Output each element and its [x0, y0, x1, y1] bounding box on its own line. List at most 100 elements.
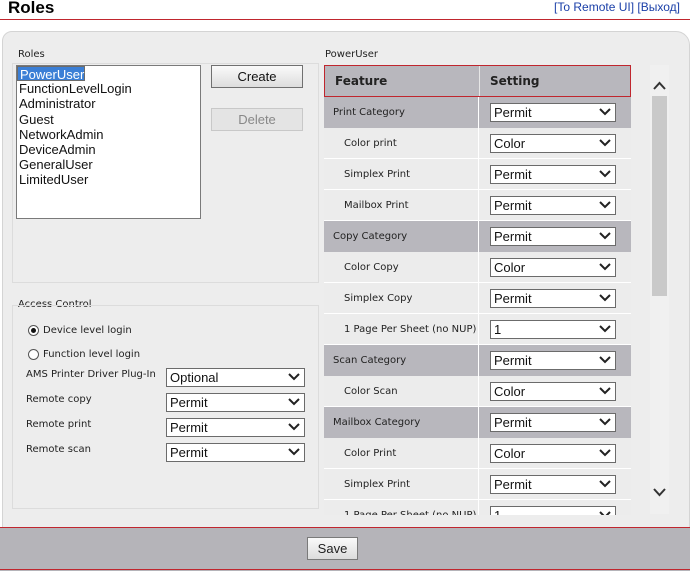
- table-row: Color Print Color: [324, 438, 631, 469]
- chevron-down-icon: [599, 170, 611, 178]
- table-row: Mailbox Print Permit: [324, 190, 631, 221]
- remote-ui-link[interactable]: [To Remote UI]: [554, 0, 634, 14]
- role-option[interactable]: FunctionLevelLogin: [17, 81, 200, 96]
- setting-select[interactable]: Permit: [490, 196, 616, 215]
- cell-divider: [478, 128, 479, 159]
- footer-bar: Save: [0, 527, 690, 571]
- scroll-up-icon[interactable]: [652, 79, 667, 93]
- chevron-down-icon: [599, 294, 611, 302]
- cell-divider: [478, 252, 479, 283]
- setting-select[interactable]: Color: [490, 382, 616, 401]
- create-button[interactable]: Create: [211, 65, 303, 88]
- roles-section-label: Roles: [18, 49, 45, 60]
- chevron-down-icon: [599, 511, 611, 515]
- field-label-remote-print: Remote print: [26, 419, 92, 430]
- select-value: Optional: [170, 370, 219, 385]
- select-value: Color: [494, 136, 526, 151]
- table-row: Simplex Copy Permit: [324, 283, 631, 314]
- chevron-down-icon: [288, 398, 300, 406]
- setting-select[interactable]: 1: [490, 320, 616, 339]
- setting-select[interactable]: Permit: [490, 475, 616, 494]
- remote-scan-select[interactable]: Permit: [166, 443, 305, 462]
- feature-label: Copy Category: [333, 231, 408, 242]
- cell-divider: [478, 97, 479, 128]
- setting-select[interactable]: Color: [490, 134, 616, 153]
- cell-divider: [478, 438, 479, 469]
- select-value: Permit: [494, 198, 532, 213]
- field-label-ams-plugin: AMS Printer Driver Plug-In: [26, 369, 156, 380]
- chevron-down-icon: [599, 387, 611, 395]
- scroll-down-icon[interactable]: [652, 485, 667, 499]
- cell-divider: [478, 500, 479, 515]
- chevron-down-icon: [599, 356, 611, 364]
- role-option[interactable]: PowerUser: [17, 66, 86, 82]
- radio-checked-icon[interactable]: [28, 325, 39, 336]
- radio-device-level-login[interactable]: Device level login: [28, 325, 132, 336]
- permissions-table: Feature Setting Print Category Permit Colo…: [324, 65, 631, 515]
- setting-select[interactable]: Permit: [490, 351, 616, 370]
- logout-link[interactable]: [Выход]: [637, 0, 680, 14]
- setting-select[interactable]: Permit: [490, 227, 616, 246]
- cell-divider: [478, 376, 479, 407]
- setting-select[interactable]: 1: [490, 506, 616, 515]
- setting-select[interactable]: Permit: [490, 413, 616, 432]
- category-row: Copy Category Permit: [324, 221, 631, 252]
- top-links: [To Remote UI] [Выход]: [554, 0, 680, 14]
- select-value: Permit: [494, 229, 532, 244]
- table-row: Simplex Print Permit: [324, 469, 631, 500]
- role-option[interactable]: DeviceAdmin: [17, 142, 200, 157]
- radio-label: Function level login: [43, 349, 141, 360]
- feature-label: Color print: [344, 138, 397, 149]
- radio-function-level-login[interactable]: Function level login: [28, 349, 140, 360]
- select-value: Permit: [494, 353, 532, 368]
- table-row: Color Copy Color: [324, 252, 631, 283]
- select-value: Permit: [494, 105, 532, 120]
- delete-button[interactable]: Delete: [211, 108, 303, 131]
- roles-listbox[interactable]: PowerUserReporterFunctionLevelLoginAdmin…: [16, 65, 201, 219]
- setting-select[interactable]: Permit: [490, 103, 616, 122]
- chevron-down-icon: [599, 139, 611, 147]
- feature-label: Simplex Print: [344, 479, 411, 490]
- feature-label: Color Print: [344, 448, 397, 459]
- chevron-down-icon: [599, 480, 611, 488]
- cell-divider: [478, 407, 479, 438]
- radio-unchecked-icon[interactable]: [28, 349, 39, 360]
- select-value: Color: [494, 384, 526, 399]
- select-value: Permit: [494, 415, 532, 430]
- feature-label: Simplex Copy: [344, 293, 413, 304]
- role-option[interactable]: Administrator: [17, 96, 200, 111]
- permissions-section-label: PowerUser: [325, 49, 379, 60]
- setting-select[interactable]: Permit: [490, 165, 616, 184]
- chevron-down-icon: [599, 108, 611, 116]
- select-value: 1: [494, 508, 501, 515]
- table-row: 1 Page Per Sheet (no NUP) 1: [324, 314, 631, 345]
- setting-select[interactable]: Permit: [490, 289, 616, 308]
- feature-label: Scan Category: [333, 355, 407, 366]
- select-value: Permit: [494, 167, 532, 182]
- role-option[interactable]: NetworkAdmin: [17, 127, 200, 142]
- scrollbar-thumb[interactable]: [652, 96, 667, 296]
- category-row: Print Category Permit: [324, 97, 631, 128]
- cell-divider: [478, 190, 479, 221]
- chevron-down-icon: [288, 448, 300, 456]
- select-value: Permit: [170, 445, 208, 460]
- select-value: Permit: [170, 420, 208, 435]
- role-option[interactable]: LimitedUser: [17, 172, 200, 187]
- save-button[interactable]: Save: [307, 537, 358, 560]
- table-header: Feature Setting: [324, 65, 631, 97]
- select-value: Color: [494, 260, 526, 275]
- setting-select[interactable]: Color: [490, 444, 616, 463]
- feature-label: Simplex Print: [344, 169, 411, 180]
- select-value: Permit: [494, 291, 532, 306]
- role-option[interactable]: GeneralUser: [17, 157, 200, 172]
- ams-plugin-select[interactable]: Optional: [166, 368, 305, 387]
- setting-select[interactable]: Color: [490, 258, 616, 277]
- table-scrollbar[interactable]: [650, 65, 669, 514]
- role-option[interactable]: Guest: [17, 112, 200, 127]
- table-row: Simplex Print Permit: [324, 159, 631, 190]
- remote-copy-select[interactable]: Permit: [166, 393, 305, 412]
- select-value: Permit: [170, 395, 208, 410]
- remote-print-select[interactable]: Permit: [166, 418, 305, 437]
- page-title: Roles: [8, 0, 55, 17]
- feature-label: Print Category: [333, 107, 405, 118]
